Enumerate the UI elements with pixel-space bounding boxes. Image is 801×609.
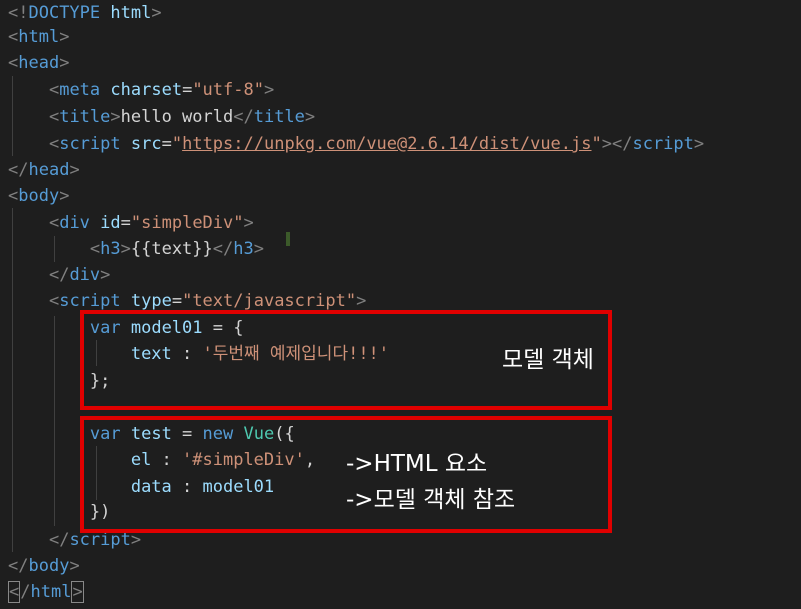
- code-line-meta[interactable]: <meta charset="utf-8">: [8, 77, 274, 103]
- bracket: >: [110, 107, 121, 127]
- code-line-head-close[interactable]: </head>: [8, 157, 80, 183]
- bracket: >: [59, 27, 70, 47]
- bracket: <: [48, 291, 60, 311]
- code-editor[interactable]: <!DOCTYPE html> <html> <head> <meta char…: [0, 0, 801, 609]
- bracket: <!: [8, 3, 29, 23]
- bracket: <: [8, 53, 19, 73]
- change-marker: [286, 232, 290, 246]
- bracket: <: [48, 134, 60, 154]
- bracket: </: [8, 556, 29, 576]
- bracket: <: [48, 107, 60, 127]
- attribute-value: "text/javascript": [182, 291, 357, 311]
- code-line-html-close[interactable]: </html>: [8, 579, 84, 605]
- tag-name: div: [69, 265, 101, 285]
- bracket: <: [8, 27, 19, 47]
- bracket: <: [48, 80, 60, 100]
- bracket: </: [233, 107, 254, 127]
- tag-name: script: [59, 134, 121, 154]
- attribute-value: "simpleDiv": [130, 213, 244, 233]
- code-line-div-close[interactable]: </div>: [8, 262, 110, 288]
- bracket: >: [59, 53, 70, 73]
- bracket: >: [130, 530, 142, 550]
- bracket: ></: [601, 134, 633, 154]
- bracket: </: [8, 160, 29, 180]
- tag-name: div: [59, 213, 90, 233]
- bracket: <: [8, 186, 19, 206]
- tag-name: body: [28, 556, 70, 576]
- tag-name: head: [18, 53, 60, 73]
- annotation-html-element: ->HTML 요소: [346, 451, 488, 477]
- tag-name: meta: [59, 80, 101, 100]
- bracket: >: [356, 291, 367, 311]
- bracket: >: [69, 556, 80, 576]
- annotation-model-object: 모델 객체: [502, 347, 594, 373]
- code-line-body-close[interactable]: </body>: [8, 553, 80, 579]
- attribute-value: "utf-8": [192, 80, 264, 100]
- code-line-head-open[interactable]: <head>: [8, 50, 69, 76]
- bracket: </: [48, 530, 70, 550]
- tag-name: script: [632, 134, 694, 154]
- code-line-h3[interactable]: <h3>{{text}}</h3>: [8, 236, 264, 262]
- src-url-link[interactable]: https://unpkg.com/vue@2.6.14/dist/vue.js: [182, 134, 591, 154]
- code-line-body-open[interactable]: <body>: [8, 183, 69, 209]
- code-line-doctype[interactable]: <!DOCTYPE html>: [8, 0, 162, 26]
- tag-name: title: [253, 107, 305, 127]
- tag-name: head: [28, 160, 70, 180]
- bracket: >: [100, 265, 111, 285]
- attribute-name: type: [130, 291, 172, 311]
- bracket: >: [253, 239, 264, 259]
- tag-name: script: [59, 291, 121, 311]
- bracket: <: [48, 213, 60, 233]
- attribute-name: id: [100, 213, 121, 233]
- tag-name: html: [30, 582, 72, 602]
- tag-name: html: [18, 27, 60, 47]
- bracket: </: [212, 239, 234, 259]
- title-text: hello world: [120, 107, 234, 127]
- code-line-title[interactable]: <title>hello world</title>: [8, 104, 315, 130]
- matched-bracket: <: [8, 581, 21, 603]
- annotation-model-reference: ->모델 객체 참조: [346, 487, 516, 513]
- bracket: >: [120, 239, 131, 259]
- matched-bracket: >: [71, 581, 84, 603]
- tag-name: script: [69, 530, 131, 550]
- tag-name: h3: [233, 239, 254, 259]
- bracket: >: [304, 107, 316, 127]
- bracket: >: [69, 160, 80, 180]
- bracket: </: [48, 265, 70, 285]
- bracket: >: [263, 80, 275, 100]
- code-line-div-open[interactable]: <div id="simpleDiv">: [8, 210, 254, 236]
- bracket: >: [59, 186, 70, 206]
- bracket: <: [89, 239, 101, 259]
- tag-name: title: [59, 107, 111, 127]
- h3-text: {{text}}: [130, 239, 213, 259]
- attribute-name: src: [130, 134, 162, 154]
- bracket: >: [693, 134, 705, 154]
- bracket: >: [243, 213, 254, 233]
- doctype-value: html: [100, 3, 152, 23]
- code-line-html-open[interactable]: <html>: [8, 24, 69, 50]
- code-line-script-src[interactable]: <script src="https://unpkg.com/vue@2.6.1…: [8, 131, 704, 157]
- bracket: >: [151, 3, 162, 23]
- tag-name: h3: [100, 239, 121, 259]
- attribute-name: charset: [110, 80, 183, 100]
- bracket: /: [20, 582, 31, 602]
- doctype-keyword: DOCTYPE: [28, 3, 101, 23]
- tag-name: body: [18, 186, 60, 206]
